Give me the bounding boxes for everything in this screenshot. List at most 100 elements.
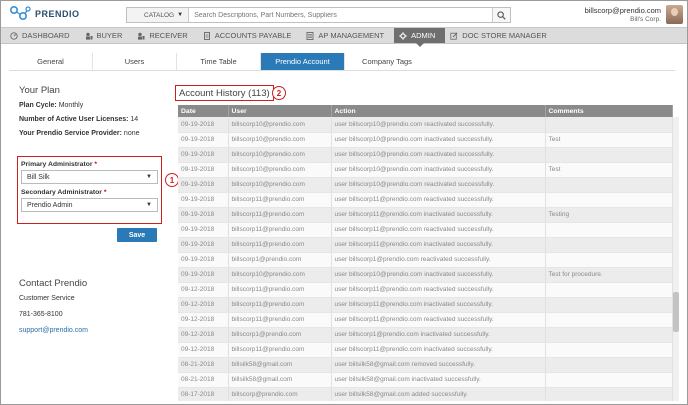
cell-comments: [545, 327, 673, 343]
cell-comments: Testing: [545, 207, 673, 223]
cell-action: user billscorp11@prendio.com reactivated…: [331, 192, 546, 208]
required-mark: *: [103, 189, 107, 196]
top-bar: PRENDIO CATALOG ▼ billscorp@prendio.com …: [1, 1, 687, 27]
tab-general[interactable]: General: [9, 53, 93, 70]
cell-action: user billscorp11@prendio.com inactivated…: [331, 297, 546, 313]
table-row[interactable]: 09-19-2018 billscorp11@prendio.com user bi…: [178, 222, 673, 238]
table-row[interactable]: 09-19-2018 billscorp10@prendio.com user bi…: [178, 147, 673, 163]
plan-cycle-label: Plan Cycle:: [19, 102, 57, 109]
tab-prendio-account[interactable]: Prendio Account: [261, 53, 345, 70]
callout-1: 1: [165, 173, 179, 187]
cell-user: billscorp11@prendio.com: [228, 222, 332, 238]
table-row[interactable]: 09-19-2018 billscorp10@prendio.com user bi…: [178, 162, 673, 178]
account-history-title: Account History (113): [175, 85, 274, 101]
table-row[interactable]: 09-19-2018 billscorp10@prendio.com user bi…: [178, 117, 673, 133]
cell-comments: Test: [545, 132, 673, 148]
support-email-link[interactable]: support@prendio.com: [19, 327, 88, 334]
cell-action: user billscorp10@prendio.com reactivated…: [331, 147, 546, 163]
user-email: billscorp@prendio.com: [584, 6, 661, 15]
table-row[interactable]: 09-19-2018 billscorp11@prendio.com user bi…: [178, 207, 673, 223]
cell-action: user billscorp11@prendio.com reactivated…: [331, 312, 546, 328]
table-row[interactable]: 09-19-2018 billscorp10@prendio.com user bi…: [178, 177, 673, 193]
dashboard-icon: [10, 31, 18, 40]
cell-user: billscorp1@prendio.com: [228, 252, 332, 268]
scrollbar-thumb[interactable]: [673, 292, 679, 332]
search-button[interactable]: [492, 8, 510, 22]
user-menu[interactable]: billscorp@prendio.com Bill's Corp.: [585, 6, 661, 24]
primary-admin-select[interactable]: Bill Silk ▼: [21, 170, 158, 184]
table-row[interactable]: 09-19-2018 billscorp1@prendio.com user bil…: [178, 252, 673, 268]
cell-date: 09-19-2018: [178, 237, 229, 253]
column-header-user[interactable]: User: [228, 105, 332, 117]
nav-dashboard[interactable]: DASHBOARD: [5, 28, 80, 43]
nav-label: DOC STORE MANAGER: [462, 31, 547, 40]
cell-comments: [545, 312, 673, 328]
table-row[interactable]: 09-12-2018 billscorp11@prendio.com user bi…: [178, 342, 673, 358]
customer-service-label: Customer Service: [19, 295, 75, 302]
cell-action: user billscorp11@prendio.com inactivated…: [331, 207, 546, 223]
history-table-container[interactable]: Date User Action Comments 09-19-2018 bill…: [178, 105, 680, 401]
cell-action: user billsilk58@gmail.com inactivated su…: [331, 372, 546, 388]
tab-company-tags[interactable]: Company Tags: [345, 53, 429, 70]
search-icon: [497, 10, 506, 20]
cell-date: 09-19-2018: [178, 132, 229, 148]
nav-label: DASHBOARD: [22, 31, 70, 40]
column-header-comments[interactable]: Comments: [545, 105, 673, 117]
cell-action: user billscorp1@prendio.com inactivated …: [331, 327, 546, 343]
cell-user: billscorp11@prendio.com: [228, 342, 332, 358]
gear-icon: [399, 31, 407, 40]
licenses-label: Number of Active User Licenses:: [19, 116, 129, 123]
cell-action: user billscorp11@prendio.com inactivated…: [331, 342, 546, 358]
cell-user: billscorp10@prendio.com: [228, 147, 332, 163]
cell-comments: [545, 222, 673, 238]
cell-user: billscorp11@prendio.com: [228, 297, 332, 313]
table-row[interactable]: 09-19-2018 billscorp10@prendio.com user bi…: [178, 267, 673, 283]
nav-receiver[interactable]: RECEIVER: [132, 28, 197, 43]
save-button[interactable]: Save: [117, 228, 157, 242]
nav-doc-store-manager[interactable]: DOC STORE MANAGER: [445, 28, 556, 43]
cell-user: billscorp11@prendio.com: [228, 282, 332, 298]
administrators-box: Primary Administrator * Bill Silk ▼ Seco…: [17, 156, 162, 224]
nav-buyer[interactable]: BUYER: [80, 28, 133, 43]
cell-user: billsilk58@gmail.com: [228, 357, 332, 373]
table-row[interactable]: 09-12-2018 billscorp11@prendio.com user bi…: [178, 312, 673, 328]
catalog-dropdown[interactable]: CATALOG ▼: [127, 8, 190, 22]
primary-admin-label: Primary Administrator *: [21, 161, 158, 168]
secondary-admin-select[interactable]: Prendio Admin ▼: [21, 198, 158, 212]
table-row[interactable]: 09-12-2018 billscorp11@prendio.com user bi…: [178, 297, 673, 313]
provider-label: Your Prendio Service Provider:: [19, 130, 122, 137]
table-row[interactable]: 09-12-2018 billscorp11@prendio.com user bi…: [178, 282, 673, 298]
cell-user: billscorp10@prendio.com: [228, 132, 332, 148]
table-row[interactable]: 09-19-2018 billscorp11@prendio.com user bi…: [178, 237, 673, 253]
secondary-admin-label-text: Secondary Administrator: [21, 189, 102, 196]
secondary-admin-value: Prendio Admin: [27, 201, 73, 209]
document-icon: [203, 31, 210, 40]
main-nav: DASHBOARD BUYER RECEIVER ACCOUNTS PAYABL…: [1, 27, 687, 47]
table-row[interactable]: 08-21-2018 billsilk58@gmail.com user bills…: [178, 357, 673, 373]
table-row[interactable]: 09-19-2018 billscorp10@prendio.com user bi…: [178, 132, 673, 148]
search-input[interactable]: [189, 8, 492, 22]
prendio-logo[interactable]: PRENDIO: [9, 5, 80, 23]
admin-subtabs: General Users Time Table Prendio Account…: [9, 53, 675, 71]
avatar[interactable]: [666, 5, 683, 24]
nav-label: ACCOUNTS PAYABLE: [214, 31, 292, 40]
cell-comments: Test for procedure.: [545, 267, 673, 283]
cell-comments: [545, 177, 673, 193]
nav-accounts-payable[interactable]: ACCOUNTS PAYABLE: [198, 28, 302, 43]
logo-icon: [9, 5, 31, 21]
column-header-date[interactable]: Date: [178, 105, 229, 117]
nav-admin[interactable]: ADMIN: [394, 28, 446, 47]
column-header-action[interactable]: Action: [331, 105, 546, 117]
table-row[interactable]: 08-17-2018 billscorp@prendio.com user bill…: [178, 387, 673, 401]
tab-users[interactable]: Users: [93, 53, 177, 70]
table-row[interactable]: 09-12-2018 billscorp1@prendio.com user bil…: [178, 327, 673, 343]
nav-ap-management[interactable]: AP MANAGEMENT: [301, 28, 394, 43]
table-row[interactable]: 09-19-2018 billscorp11@prendio.com user bi…: [178, 192, 673, 208]
buyer-icon: [85, 32, 93, 40]
cell-date: 08-21-2018: [178, 357, 229, 373]
scrollbar-track[interactable]: [673, 117, 679, 401]
primary-admin-label-text: Primary Administrator: [21, 161, 93, 168]
table-row[interactable]: 08-21-2018 billsilk58@gmail.com user bills…: [178, 372, 673, 388]
cell-action: user billscorp10@prendio.com reactivated…: [331, 177, 546, 193]
tab-time-table[interactable]: Time Table: [177, 53, 261, 70]
